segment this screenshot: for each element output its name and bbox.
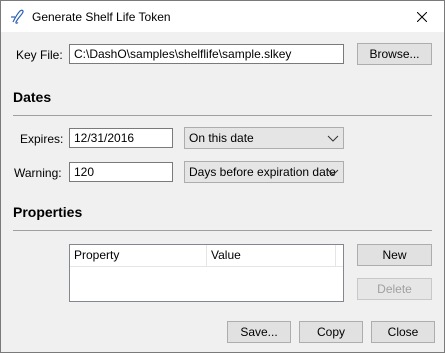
browse-button[interactable]: Browse... bbox=[357, 43, 432, 65]
key-file-input[interactable]: C:\DashO\samples\shelflife\sample.slkey bbox=[69, 44, 344, 64]
column-header-value[interactable]: Value bbox=[207, 245, 335, 266]
properties-heading: Properties bbox=[13, 204, 83, 220]
warning-mode-value: Days before expiration date bbox=[189, 165, 336, 179]
expires-mode-value: On this date bbox=[189, 131, 254, 145]
key-file-label: Key File: bbox=[16, 48, 63, 62]
dates-divider bbox=[13, 115, 432, 116]
button-bar: Save... Copy Close bbox=[1, 312, 444, 352]
properties-divider bbox=[13, 230, 432, 231]
column-separator[interactable] bbox=[335, 245, 336, 266]
close-window-button[interactable] bbox=[400, 1, 444, 32]
close-button[interactable]: Close bbox=[371, 321, 435, 343]
app-icon bbox=[11, 9, 24, 24]
window-title: Generate Shelf Life Token bbox=[32, 10, 171, 24]
properties-table-header: Property Value bbox=[70, 245, 343, 267]
chevron-down-icon bbox=[327, 169, 339, 176]
expires-date-input[interactable]: 12/31/2016 bbox=[69, 128, 173, 148]
chevron-down-icon bbox=[327, 135, 339, 142]
dates-heading: Dates bbox=[13, 89, 52, 105]
dialog-window: Generate Shelf Life Token Key File: C:\D… bbox=[0, 0, 445, 353]
expires-label: Expires: bbox=[20, 132, 64, 146]
warning-label: Warning: bbox=[14, 166, 62, 180]
warning-days-input[interactable]: 120 bbox=[69, 162, 173, 182]
warning-mode-select[interactable]: Days before expiration date bbox=[184, 161, 344, 183]
delete-property-button[interactable]: Delete bbox=[357, 278, 432, 300]
close-icon bbox=[417, 11, 427, 22]
expires-mode-select[interactable]: On this date bbox=[184, 127, 344, 149]
title-bar: Generate Shelf Life Token bbox=[1, 1, 444, 32]
properties-table[interactable]: Property Value bbox=[69, 244, 344, 302]
new-property-button[interactable]: New bbox=[357, 244, 432, 266]
save-button[interactable]: Save... bbox=[227, 321, 291, 343]
copy-button[interactable]: Copy bbox=[299, 321, 363, 343]
column-header-property[interactable]: Property bbox=[70, 245, 206, 266]
